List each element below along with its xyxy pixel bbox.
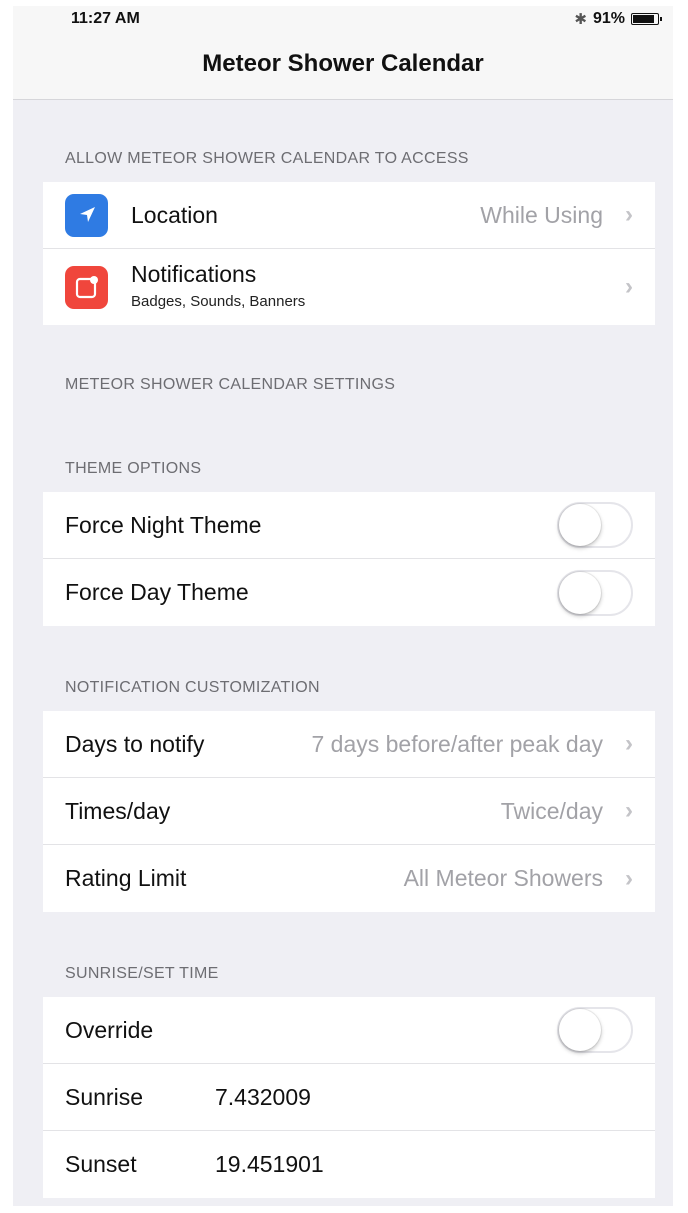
status-bar: 11:27 AM ✱ 91% [13, 6, 673, 32]
notifications-sublabel: Badges, Sounds, Banners [131, 293, 306, 310]
force-night-label: Force Night Theme [65, 511, 262, 538]
battery-icon [631, 13, 662, 25]
sunrise-row: Sunrise 7.432009 [43, 1064, 655, 1131]
chevron-right-icon: › [625, 730, 633, 757]
toggle-knob [559, 504, 601, 546]
battery-fill [633, 15, 654, 23]
times-per-day-value: Twice/day [500, 797, 603, 824]
force-day-row: Force Day Theme [43, 559, 655, 626]
rating-limit-row[interactable]: Rating Limit All Meteor Showers › [43, 845, 655, 912]
notification-customization-group: Days to notify 7 days before/after peak … [43, 711, 655, 912]
times-per-day-label: Times/day [65, 797, 171, 824]
location-label: Location [131, 201, 218, 228]
notifications-row[interactable]: Notifications Badges, Sounds, Banners › [43, 249, 655, 325]
rating-limit-value: All Meteor Showers [403, 865, 603, 891]
force-night-row: Force Night Theme [43, 492, 655, 559]
toggle-knob [559, 1009, 601, 1051]
sunset-row: Sunset 19.451901 [43, 1131, 655, 1198]
days-to-notify-value: 7 days before/after peak day [311, 730, 603, 757]
force-day-label: Force Day Theme [65, 579, 249, 605]
status-right: ✱ 91% [574, 10, 662, 28]
sunrise-input[interactable]: 7.432009 [215, 1084, 311, 1111]
sunset-label: Sunset [65, 1151, 137, 1177]
override-row: Override [43, 997, 655, 1064]
override-toggle[interactable] [557, 1007, 633, 1053]
location-arrow-icon [65, 193, 108, 237]
bluetooth-icon: ✱ [574, 11, 587, 28]
section-header-notification-customization: NOTIFICATION CUSTOMIZATION [65, 679, 320, 696]
chevron-right-icon: › [625, 797, 633, 824]
sunset-input[interactable]: 19.451901 [215, 1151, 324, 1178]
force-day-toggle[interactable] [557, 569, 633, 616]
notifications-icon [65, 265, 108, 309]
notifications-label: Notifications [131, 261, 257, 287]
chevron-right-icon: › [625, 273, 633, 300]
toggle-knob [559, 571, 601, 614]
location-row[interactable]: Location While Using › [43, 182, 655, 249]
rating-limit-label: Rating Limit [65, 865, 187, 891]
days-to-notify-row[interactable]: Days to notify 7 days before/after peak … [43, 711, 655, 778]
override-label: Override [65, 1016, 154, 1043]
access-group: Location While Using › Notifications Bad… [43, 182, 655, 325]
chevron-right-icon: › [625, 864, 633, 892]
times-per-day-row[interactable]: Times/day Twice/day › [43, 778, 655, 845]
page-title: Meteor Shower Calendar [202, 49, 484, 77]
status-time: 11:27 AM [71, 10, 140, 27]
section-header-access: ALLOW METEOR SHOWER CALENDAR TO ACCESS [65, 150, 469, 167]
navigation-bar: Meteor Shower Calendar [13, 32, 673, 100]
section-header-theme: THEME OPTIONS [65, 460, 202, 477]
chevron-right-icon: › [625, 201, 633, 228]
force-night-toggle[interactable] [557, 502, 633, 548]
sunrise-label: Sunrise [65, 1083, 143, 1110]
settings-screen: 11:27 AM ✱ 91% Meteor Shower Calendar AL… [13, 6, 673, 1206]
section-header-settings: METEOR SHOWER CALENDAR SETTINGS [65, 376, 396, 393]
section-header-sunrise-sunset: SUNRISE/SET TIME [65, 965, 219, 982]
battery-percent: 91% [592, 10, 625, 27]
sunrise-sunset-group: Override Sunrise 7.432009 Sunset 19.4519… [43, 997, 655, 1198]
days-to-notify-label: Days to notify [65, 730, 205, 757]
location-value: While Using [480, 201, 603, 228]
theme-group: Force Night Theme Force Day Theme [43, 492, 655, 626]
